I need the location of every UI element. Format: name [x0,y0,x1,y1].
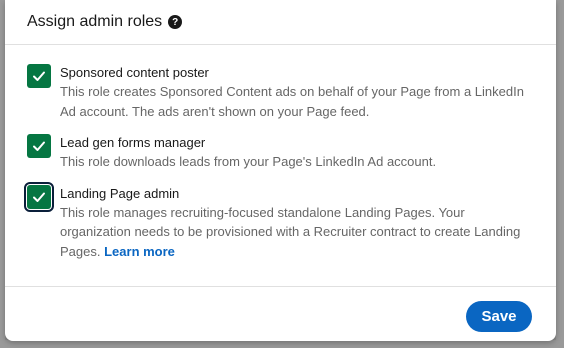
dialog-body: Sponsored content poster This role creat… [5,45,556,286]
assign-admin-roles-dialog: Assign admin roles ? Sponsored content p… [5,0,556,341]
role-sponsored-content-poster: Sponsored content poster This role creat… [27,63,534,121]
role-title: Sponsored content poster [60,65,209,80]
role-description: This role downloads leads from your Page… [60,154,437,169]
role-text: Sponsored content poster This role creat… [60,63,534,121]
background-edge-bottom [0,340,564,348]
dialog-title: Assign admin roles [27,13,163,30]
background-edge-right [556,0,564,348]
role-title: Lead gen forms manager [60,135,206,150]
dialog-footer: Save [5,286,556,341]
role-checkbox-landing-page-admin[interactable] [24,181,54,212]
role-description: This role manages recruiting-focused sta… [60,203,534,262]
role-text: Lead gen forms manager This role downloa… [60,133,534,172]
checkmark-icon [33,71,45,81]
dialog-header: Assign admin roles ? [5,0,556,45]
checkmark-icon [33,141,45,151]
role-title: Landing Page admin [60,185,180,201]
role-checkbox-sponsored-content-poster[interactable] [27,64,51,88]
save-button[interactable]: Save [466,301,532,332]
role-landing-page-admin: Landing Page admin This role manages rec… [24,181,534,262]
question-circle-icon[interactable]: ? [168,15,183,29]
role-description: This role creates Sponsored Content ads … [60,84,524,119]
checkmark-icon [33,192,45,202]
role-checkbox-lead-gen-forms-manager[interactable] [27,134,51,158]
role-text: Landing Page admin This role manages rec… [60,184,534,262]
role-lead-gen-forms-manager: Lead gen forms manager This role downloa… [27,133,534,172]
learn-more-link[interactable]: Learn more [104,244,175,259]
